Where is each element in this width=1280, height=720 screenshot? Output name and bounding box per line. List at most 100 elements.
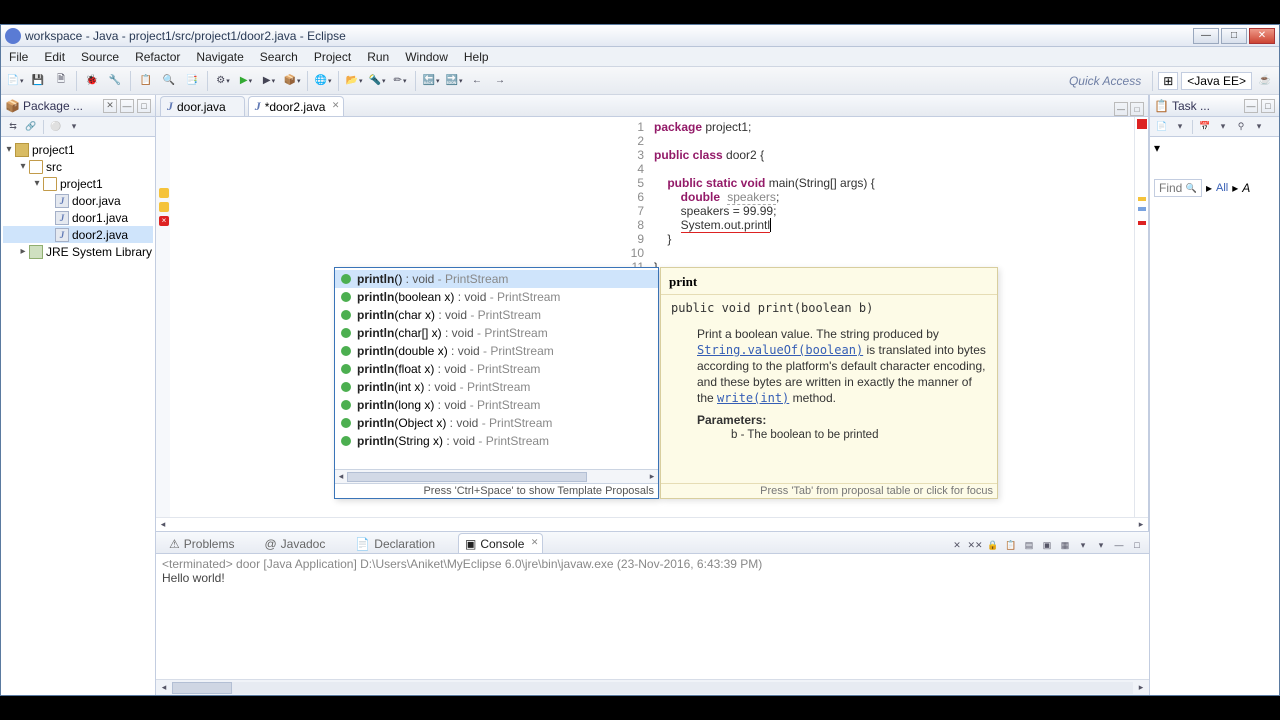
tree-project[interactable]: ▾project1 — [3, 141, 153, 158]
console-tool-icon[interactable]: ▾ — [1075, 537, 1091, 553]
console-tool-icon[interactable]: ▤ — [1021, 537, 1037, 553]
back-button[interactable]: ← — [467, 71, 487, 91]
tab-console[interactable]: ▣Console✕ — [458, 533, 543, 553]
warning-marker-icon[interactable] — [159, 202, 169, 212]
menu-file[interactable]: File — [1, 47, 36, 67]
proposal-item[interactable]: println(Object x) : void - PrintStream — [335, 414, 658, 432]
javadoc-link[interactable]: write(int) — [717, 391, 789, 405]
workbench-horizontal-scrollbar[interactable]: ◂ ▸ — [156, 679, 1149, 695]
scroll-right-icon[interactable]: ▸ — [1134, 519, 1148, 530]
find-input[interactable]: Find🔍 — [1154, 179, 1202, 197]
close-tab-icon[interactable]: ✕ — [332, 100, 340, 111]
tool-button[interactable]: 🔧 — [105, 71, 125, 91]
proposal-item[interactable]: println() : void - PrintStream — [335, 270, 658, 288]
tree-file[interactable]: Jdoor.java — [3, 192, 153, 209]
open-perspective-button[interactable]: ⊞ — [1158, 72, 1178, 90]
console-tool-icon[interactable]: 🔒 — [985, 537, 1001, 553]
task-tool-icon[interactable]: ▾ — [1251, 119, 1267, 135]
close-button[interactable]: ✕ — [1249, 28, 1275, 44]
menu-help[interactable]: Help — [456, 47, 497, 67]
tool-button[interactable]: 📑 — [182, 71, 202, 91]
maximize-view-icon[interactable]: □ — [1261, 99, 1275, 113]
tool-button[interactable]: 🔍 — [159, 71, 179, 91]
proposal-item[interactable]: println(boolean x) : void - PrintStream — [335, 288, 658, 306]
tree-file-selected[interactable]: Jdoor2.java — [3, 226, 153, 243]
task-tool-icon[interactable]: ▾ — [1215, 119, 1231, 135]
link-editor-icon[interactable]: 🔗 — [23, 119, 39, 135]
new-button[interactable]: 📄 — [5, 71, 25, 91]
perspective-javaee[interactable]: <Java EE> — [1181, 72, 1252, 90]
scroll-right-icon[interactable]: ▸ — [1133, 682, 1149, 693]
proposal-item[interactable]: println(double x) : void - PrintStream — [335, 342, 658, 360]
scroll-right-icon[interactable]: ▸ — [646, 471, 658, 482]
menu-search[interactable]: Search — [252, 47, 306, 67]
tool-button[interactable]: ✏ — [390, 71, 410, 91]
task-tool-icon[interactable]: 📅 — [1197, 119, 1213, 135]
tool-button[interactable]: ▶ — [259, 71, 279, 91]
perspective-java[interactable]: ☕ — [1255, 71, 1275, 91]
maximize-button[interactable]: □ — [1221, 28, 1247, 44]
minimize-view-icon[interactable]: — — [1244, 99, 1258, 113]
console-tool-icon[interactable]: ▦ — [1057, 537, 1073, 553]
editor-horizontal-scrollbar[interactable]: ◂ ▸ — [156, 517, 1148, 531]
editor-tab-door2[interactable]: J*door2.java✕ — [248, 96, 345, 116]
tool-button[interactable]: 🔦 — [367, 71, 387, 91]
console-tool-icon[interactable]: ✕ — [949, 537, 965, 553]
menu-source[interactable]: Source — [73, 47, 127, 67]
proposal-item[interactable]: println(float x) : void - PrintStream — [335, 360, 658, 378]
all-link[interactable]: All — [1216, 182, 1228, 194]
console-tool-icon[interactable]: ▣ — [1039, 537, 1055, 553]
console-tool-icon[interactable]: 📋 — [1003, 537, 1019, 553]
tool-button[interactable]: 📂 — [344, 71, 364, 91]
tree-jre[interactable]: ▸JRE System Library — [3, 243, 153, 260]
maximize-view-icon[interactable]: □ — [137, 99, 151, 113]
overview-error-marker[interactable] — [1138, 221, 1146, 225]
tree-file[interactable]: Jdoor1.java — [3, 209, 153, 226]
overview-error-icon[interactable] — [1137, 119, 1147, 129]
menu-navigate[interactable]: Navigate — [188, 47, 251, 67]
quick-access[interactable]: Quick Access — [1069, 74, 1147, 88]
save-button[interactable]: 💾 — [28, 71, 48, 91]
menu-project[interactable]: Project — [306, 47, 359, 67]
maximize-editor-icon[interactable]: □ — [1130, 102, 1144, 116]
scrollbar-thumb[interactable] — [347, 472, 587, 482]
assist-horizontal-scrollbar[interactable]: ◂ ▸ — [335, 469, 658, 483]
maximize-view-icon[interactable]: □ — [1129, 537, 1145, 553]
proposal-item[interactable]: println(long x) : void - PrintStream — [335, 396, 658, 414]
menu-icon[interactable]: ▾ — [66, 119, 82, 135]
debug-button[interactable]: 🐞 — [82, 71, 102, 91]
editor-tab-door[interactable]: Jdoor.java — [160, 96, 245, 116]
javadoc-link[interactable]: String.valueOf(boolean) — [697, 343, 863, 357]
chevron-down-icon[interactable]: ▾ — [1154, 141, 1160, 155]
menu-run[interactable]: Run — [359, 47, 397, 67]
more-icon[interactable]: A — [1242, 181, 1250, 195]
tab-problems[interactable]: ⚠Problems — [162, 533, 253, 553]
tool-button[interactable]: ⚙ — [213, 71, 233, 91]
tree-package[interactable]: ▾project1 — [3, 175, 153, 192]
menu-edit[interactable]: Edit — [36, 47, 73, 67]
proposal-item[interactable]: println(char[] x) : void - PrintStream — [335, 324, 658, 342]
scroll-left-icon[interactable]: ◂ — [335, 471, 347, 482]
console-output[interactable]: <terminated> door [Java Application] D:\… — [156, 554, 1149, 679]
tree-src[interactable]: ▾src — [3, 158, 153, 175]
run-button[interactable]: ▶ — [236, 71, 256, 91]
minimize-view-icon[interactable]: — — [1111, 537, 1127, 553]
error-marker-icon[interactable]: × — [159, 216, 169, 226]
close-tab-icon[interactable]: ✕ — [531, 537, 539, 548]
close-view-icon[interactable]: ✕ — [103, 99, 117, 113]
javadoc-body[interactable]: public void print(boolean b) Print a boo… — [661, 295, 997, 483]
console-tool-icon[interactable]: ▾ — [1093, 537, 1109, 553]
overview-marker[interactable] — [1138, 207, 1146, 211]
scrollbar-thumb[interactable] — [172, 682, 232, 694]
tool-button[interactable]: 🔙 — [421, 71, 441, 91]
proposal-item[interactable]: println(int x) : void - PrintStream — [335, 378, 658, 396]
menu-window[interactable]: Window — [397, 47, 456, 67]
proposal-item[interactable]: println(char x) : void - PrintStream — [335, 306, 658, 324]
collapse-all-icon[interactable]: ⇆ — [5, 119, 21, 135]
tool-button[interactable]: 📦 — [282, 71, 302, 91]
tool-button[interactable]: 🌐 — [313, 71, 333, 91]
tool-button[interactable]: 🔜 — [444, 71, 464, 91]
task-tool-icon[interactable]: 📄 — [1154, 119, 1170, 135]
forward-button[interactable]: → — [490, 71, 510, 91]
proposal-item[interactable]: println(String x) : void - PrintStream — [335, 432, 658, 450]
